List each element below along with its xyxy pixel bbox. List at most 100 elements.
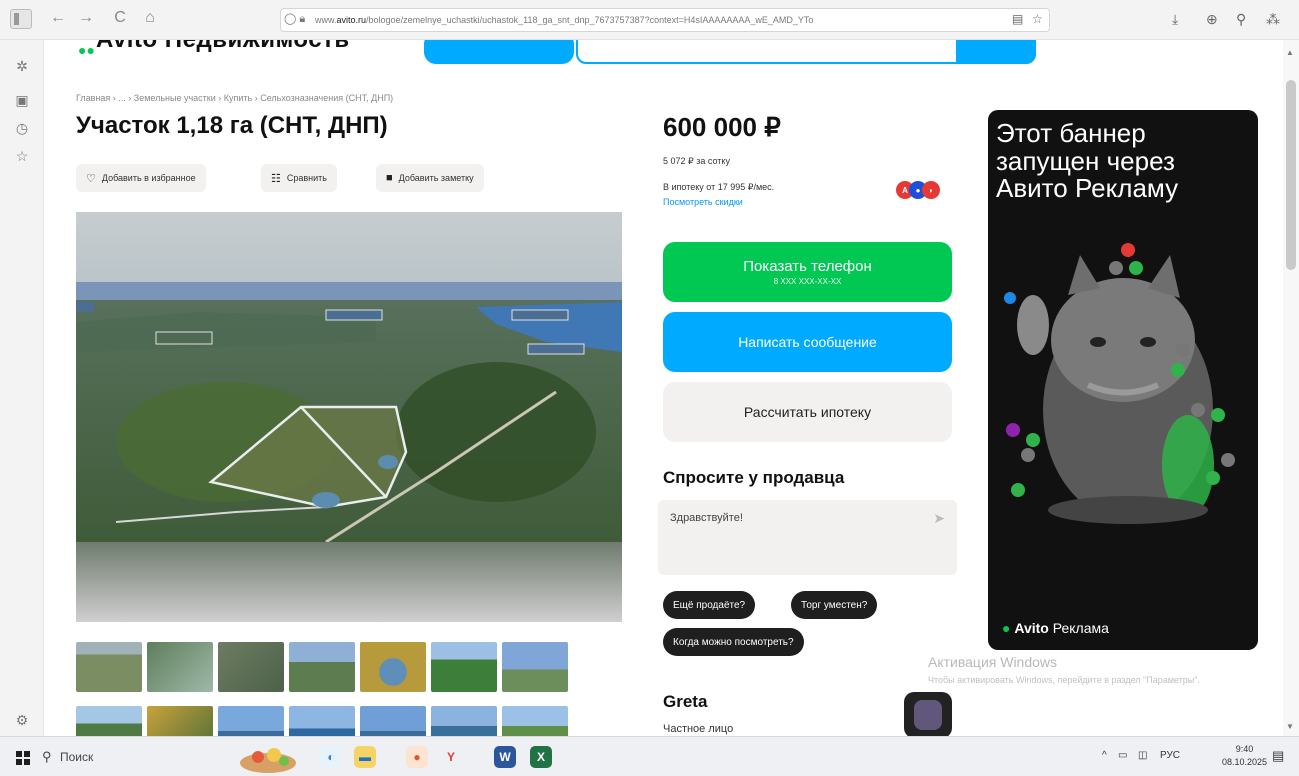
chevron-up-icon[interactable]: ^ [1102, 750, 1107, 761]
note-icon: ■ [386, 172, 393, 184]
write-message-button[interactable]: Написать сообщение [663, 312, 952, 372]
forward-icon[interactable]: → [76, 9, 96, 27]
taskbar-search[interactable]: Поиск [60, 750, 93, 764]
add-note-button[interactable]: ■ Добавить заметку [376, 164, 484, 192]
settings-icon[interactable]: ⁂ [1266, 11, 1280, 28]
banner-brand-bold: Avito [1014, 620, 1049, 636]
thumbnail[interactable] [431, 642, 497, 692]
download-icon[interactable]: ⤓ [1172, 11, 1178, 28]
seller-name[interactable]: Greta [663, 692, 707, 712]
thumbnail[interactable] [147, 706, 213, 736]
send-icon[interactable]: ➤ [933, 510, 945, 527]
url-path: /bologoe/zemelnye_uchastki/uchastok_118_… [366, 15, 814, 25]
yandex-icon[interactable]: Y [440, 746, 462, 768]
network-icon[interactable]: ◫ [1138, 750, 1147, 761]
thumbnail[interactable] [76, 706, 142, 736]
add-favorite-label: Добавить в избранное [101, 173, 196, 183]
thumbnail[interactable] [289, 642, 355, 692]
ad-banner[interactable]: Этот баннер запущен через Авито Рекламу [988, 110, 1258, 650]
globe-icon[interactable]: ⊕ [1206, 11, 1218, 28]
thumbnail[interactable] [76, 642, 142, 692]
banner-brand-rest: Реклама [1052, 620, 1109, 636]
thumbnail[interactable] [289, 706, 355, 736]
thumbnail[interactable] [360, 706, 426, 736]
show-phone-button[interactable]: Показать телефон 8 XXX XXX-XX-XX [663, 242, 952, 302]
file-explorer-icon[interactable]: ▬ [354, 746, 376, 768]
scroll-thumb[interactable] [1286, 80, 1296, 270]
thumbnail[interactable] [431, 706, 497, 736]
site-logo[interactable]: Avito Недвижимость [96, 40, 350, 54]
widget-icon[interactable] [236, 737, 300, 775]
clock[interactable]: 9:40 08.10.2025 [1222, 743, 1267, 768]
heart-icon: ♡ [86, 172, 96, 185]
aerial-photo-image [76, 212, 622, 622]
page-content: ●● Avito Недвижимость Главная › ... › Зе… [44, 40, 1283, 736]
calc-mortgage-label: Рассчитать ипотеку [743, 404, 872, 420]
compare-icon: ☷ [271, 172, 281, 185]
address-bar[interactable]: www. avito.ru/bologoe/zemelnye_uchastki/u… [280, 8, 1050, 32]
extensions-icon[interactable]: ⚲ [1236, 11, 1246, 28]
add-favorite-button[interactable]: ♡ Добавить в избранное [76, 164, 206, 192]
quick-question-chip[interactable]: Ещё продаёте? [663, 591, 756, 619]
history-icon[interactable]: ◷ [13, 120, 31, 137]
masked-phone: 8 XXX XXX-XX-XX [773, 277, 842, 286]
bank-c-icon: ◗ [922, 181, 940, 199]
calc-mortgage-button[interactable]: Рассчитать ипотеку [663, 382, 952, 442]
thumbnail[interactable] [147, 642, 213, 692]
page-title: Участок 1,18 га (СНТ, ДНП) [76, 112, 388, 139]
compare-button[interactable]: ☷ Сравнить [261, 164, 337, 192]
home-icon[interactable]: ⌂ [140, 9, 160, 27]
thumbnail[interactable] [218, 706, 284, 736]
windows-start-icon[interactable] [16, 751, 30, 765]
avatar[interactable] [904, 692, 952, 736]
url-domain: avito.ru [336, 15, 367, 25]
message-text: Здравствуйте! [670, 512, 743, 524]
lucky-cat-icon [1004, 243, 1235, 524]
scroll-down-icon[interactable]: ▼ [1286, 722, 1294, 731]
quick-question-chip[interactable]: Торг уместен? [791, 591, 878, 619]
gear-icon[interactable]: ⚙ [13, 712, 31, 729]
windows-activation-subtitle: Чтобы активировать Windows, перейдите в … [928, 675, 1200, 685]
price-per-sotka: 5 072 ₽ за сотку [663, 156, 730, 166]
thumbnail[interactable] [360, 642, 426, 692]
sidebar-toggle-icon[interactable] [10, 9, 32, 29]
thumbnail[interactable] [502, 642, 568, 692]
back-icon[interactable]: ← [48, 9, 68, 27]
main-photo[interactable] [76, 212, 622, 622]
windows-taskbar: ⚲ Поиск ◐ ▬ ● Y W X ^ ▭ ◫ РУС 9:40 08.10… [0, 736, 1299, 776]
scroll-up-icon[interactable]: ▲ [1286, 48, 1294, 57]
thumbnail[interactable] [502, 706, 568, 736]
quick-question-chip[interactable]: Когда можно посмотреть? [663, 628, 804, 656]
breadcrumb[interactable]: Главная › ... › Земельные участки › Купи… [76, 93, 393, 103]
write-message-label: Написать сообщение [738, 334, 877, 350]
language-indicator[interactable]: РУС [1160, 750, 1180, 761]
avito-logo-icon: ●● [78, 42, 95, 58]
show-phone-label: Показать телефон [743, 258, 872, 275]
message-input[interactable]: Здравствуйте! ➤ [658, 500, 957, 575]
clock-time: 9:40 [1235, 744, 1254, 754]
thumbnail[interactable] [218, 642, 284, 692]
browser-toolbar: ← → C ⌂ www. avito.ru/bologoe/zemelnye_uc… [0, 0, 1299, 40]
avito-logo-icon: ● [1002, 620, 1011, 636]
excel-icon[interactable]: X [530, 746, 552, 768]
reader-icon[interactable]: ▤ [1012, 12, 1023, 26]
bank-logos: A ● ◗ [896, 181, 952, 199]
notification-icon[interactable]: ▤ [1272, 748, 1284, 764]
browser-sidebar: ✲ ▣ ◷ ☆ ⚙ [0, 40, 44, 736]
reload-icon[interactable]: C [110, 9, 130, 27]
search-icon[interactable]: ⚲ [42, 749, 52, 765]
ai-icon[interactable]: ✲ [13, 58, 31, 75]
favorites-icon[interactable]: ☆ [13, 148, 31, 165]
view-discounts-link[interactable]: Посмотреть скидки [663, 197, 743, 207]
search-button[interactable] [956, 40, 1036, 64]
battery-icon[interactable]: ▭ [1118, 750, 1127, 761]
scrollbar[interactable]: ▲ ▼ [1283, 40, 1299, 736]
star-icon[interactable]: ☆ [1032, 12, 1043, 26]
compare-label: Сравнить [286, 173, 327, 183]
word-icon[interactable]: W [494, 746, 516, 768]
bookmarks-icon[interactable]: ▣ [13, 92, 31, 109]
edge-icon[interactable]: ◐ [320, 746, 342, 768]
shield-lock-icon: ◯ 🔒︎ [284, 13, 306, 25]
firefox-icon[interactable]: ● [406, 746, 428, 768]
category-button[interactable] [424, 40, 574, 64]
